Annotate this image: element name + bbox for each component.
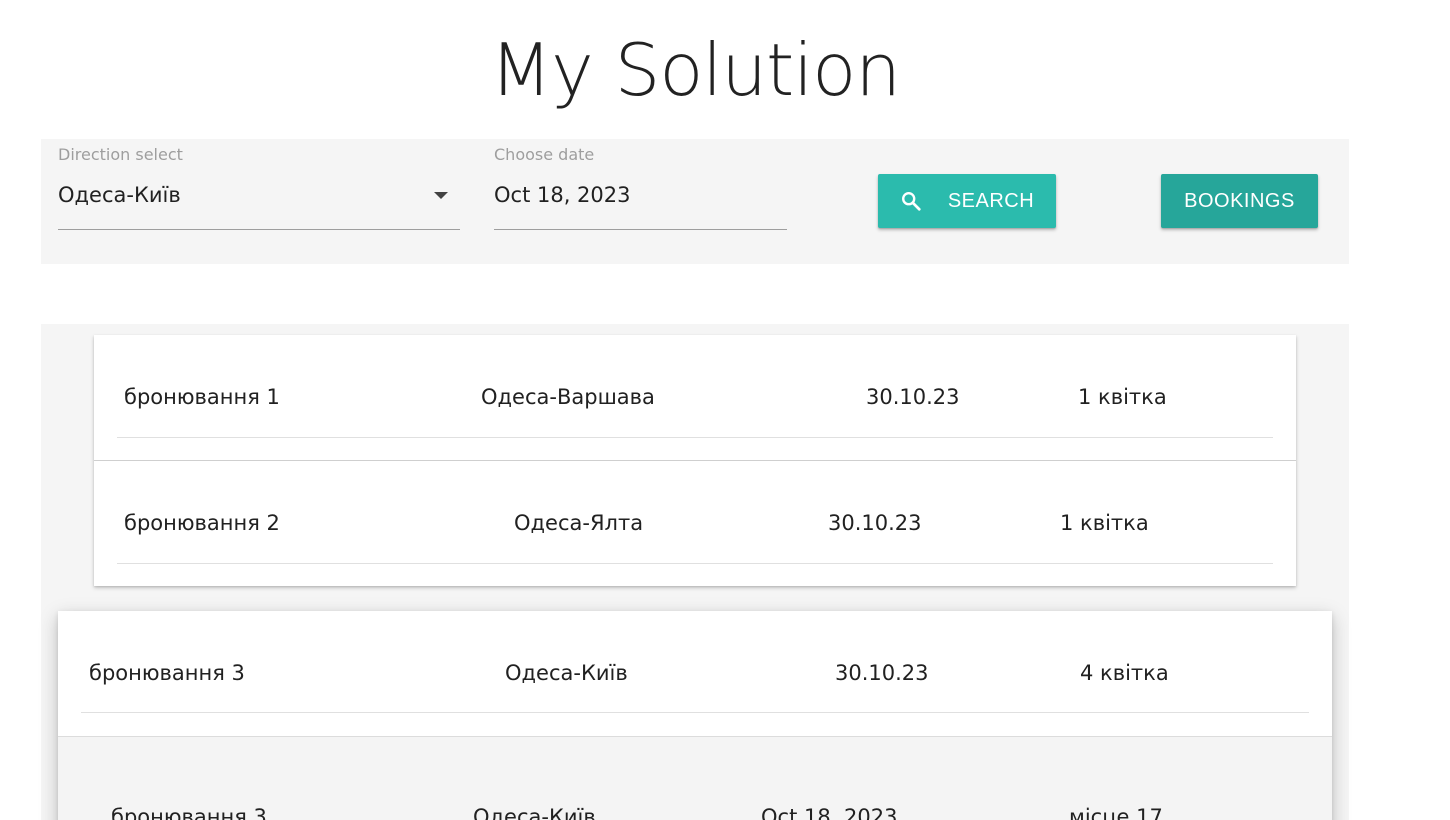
booking-route: Одеса-Київ <box>505 661 628 685</box>
search-panel: Direction select Одеса-Київ Choose date … <box>41 139 1349 264</box>
booking-row[interactable]: бронювання 3 Одеса-Київ 30.10.23 4 квітк… <box>58 661 1332 721</box>
search-button[interactable]: SEARCH <box>878 174 1056 228</box>
bookings-button[interactable]: BOOKINGS <box>1161 174 1318 228</box>
date-picker-value[interactable]: Oct 18, 2023 <box>494 183 631 207</box>
page-title: My Solution <box>490 28 901 112</box>
booking-date: 30.10.23 <box>866 385 960 409</box>
booking-tickets: 1 квітка <box>1078 385 1167 409</box>
direction-select-label: Direction select <box>58 145 183 164</box>
booking-date: 30.10.23 <box>828 511 922 535</box>
row-divider <box>117 563 1273 564</box>
date-picker-underline <box>494 229 787 230</box>
card-divider <box>94 460 1296 461</box>
booking-name: бронювання 1 <box>124 385 280 409</box>
booking-row-highlighted[interactable]: бронювання 3 Одеса-Київ Oct 18, 2023 міс… <box>58 737 1332 820</box>
bookings-card-elevated: бронювання 3 Одеса-Київ 30.10.23 4 квітк… <box>58 611 1332 820</box>
booking-name: бронювання 2 <box>124 511 280 535</box>
booking-date: 30.10.23 <box>835 661 929 685</box>
bookings-button-label: BOOKINGS <box>1184 189 1295 212</box>
row-divider <box>81 712 1309 713</box>
bookings-list: бронювання 1 Одеса-Варшава 30.10.23 1 кв… <box>41 324 1349 820</box>
booking-tickets: 4 квітка <box>1080 661 1169 685</box>
booking-name: бронювання 3 <box>89 661 245 685</box>
booking-name: бронювання 3 <box>111 805 267 820</box>
search-icon <box>901 192 921 211</box>
booking-route: Одеса-Київ <box>473 805 596 820</box>
booking-row[interactable]: бронювання 1 Одеса-Варшава 30.10.23 1 кв… <box>94 385 1296 445</box>
bookings-card: бронювання 1 Одеса-Варшава 30.10.23 1 кв… <box>94 335 1296 586</box>
booking-tickets: 1 квітка <box>1060 511 1149 535</box>
search-button-label: SEARCH <box>947 189 1035 212</box>
booking-row[interactable]: бронювання 2 Одеса-Ялта 30.10.23 1 квітк… <box>94 511 1296 571</box>
date-picker-label: Choose date <box>494 145 595 164</box>
booking-route: Одеса-Ялта <box>514 511 644 535</box>
booking-route: Одеса-Варшава <box>481 385 655 409</box>
booking-tickets: місце 17 <box>1069 805 1163 820</box>
page: My Solution Direction select Одеса-Київ … <box>0 0 1450 820</box>
direction-select-underline <box>58 229 460 230</box>
dropdown-caret-icon[interactable] <box>434 192 448 199</box>
booking-date: Oct 18, 2023 <box>761 805 898 820</box>
row-divider <box>117 437 1273 438</box>
direction-select-value[interactable]: Одеса-Київ <box>58 183 181 207</box>
